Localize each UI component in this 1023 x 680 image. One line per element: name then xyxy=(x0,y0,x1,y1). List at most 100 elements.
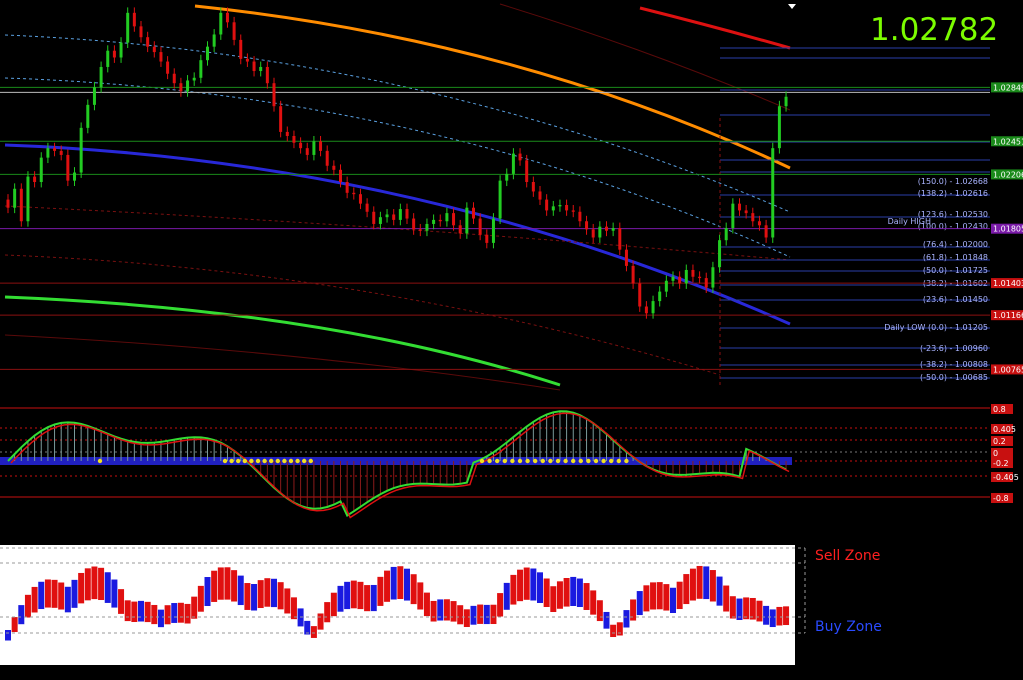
candle-body xyxy=(671,276,675,281)
volume-bar-base xyxy=(683,604,690,660)
osc-dot xyxy=(288,458,294,464)
candle-body xyxy=(731,203,735,229)
candle-body xyxy=(212,34,216,47)
volume-bar xyxy=(543,578,550,608)
volume-bar xyxy=(556,581,563,609)
osc-level-tag: -0.8 xyxy=(991,493,1013,503)
candle-body xyxy=(757,221,761,226)
volume-bar-base xyxy=(703,599,710,660)
osc-tag-text: -0.2 xyxy=(993,459,1009,468)
candle-body xyxy=(538,191,542,200)
candle-body xyxy=(232,22,236,40)
candle-body xyxy=(704,278,708,288)
osc-dot xyxy=(308,458,313,464)
candle-body xyxy=(551,206,555,211)
candle-body xyxy=(385,214,389,218)
volume-bar xyxy=(716,576,723,606)
candle-body xyxy=(53,148,57,151)
osc-dot xyxy=(571,458,576,464)
osc-tag-text: 0.405 xyxy=(993,425,1016,434)
osc-dot xyxy=(548,458,553,464)
price-chart[interactable]: (150.0) - 1.02668(138.2) - 1.02616(123.6… xyxy=(0,0,1023,680)
osc-dot xyxy=(563,458,568,464)
candle-body xyxy=(106,50,110,67)
candle-body xyxy=(525,160,529,182)
volume-bar xyxy=(729,596,736,619)
volume-bar-base xyxy=(623,627,630,660)
candle-body xyxy=(777,106,781,149)
candle-body xyxy=(86,104,90,128)
candle-body xyxy=(285,131,289,136)
volume-bar xyxy=(271,578,277,608)
volume-bar-base xyxy=(18,624,25,660)
volume-bar-base xyxy=(364,611,371,660)
volume-bar xyxy=(84,568,91,601)
volume-bar xyxy=(723,585,730,612)
candle-body xyxy=(66,154,70,181)
volume-bar xyxy=(104,572,111,603)
volume-bar xyxy=(257,580,264,609)
price-tag-text: 1.00765 xyxy=(993,365,1023,374)
volume-bar-base xyxy=(310,637,317,660)
fib-label: (-50.0) - 1.00685 xyxy=(920,373,988,382)
osc-level-tag: -0.405 xyxy=(991,472,1019,482)
candle-body xyxy=(491,218,495,243)
candle-body xyxy=(412,218,416,230)
volume-bar-base xyxy=(78,603,85,660)
volume-bar-base xyxy=(11,632,18,660)
volume-bar-base xyxy=(537,603,543,660)
osc-dot xyxy=(540,458,545,464)
volume-bar-base xyxy=(171,622,178,660)
volume-bar-base xyxy=(523,599,530,660)
volume-bar-base xyxy=(217,599,224,660)
candle-body xyxy=(558,205,562,207)
osc-dot xyxy=(249,458,254,464)
osc-dot xyxy=(533,458,538,464)
volume-bar-base xyxy=(91,599,98,660)
volume-bar-base xyxy=(610,637,617,660)
volume-bar-base xyxy=(696,598,703,660)
volume-bar xyxy=(157,609,164,628)
osc-level-tag: 0.405 xyxy=(991,424,1016,434)
candle-body xyxy=(99,66,103,88)
price-tag: 1.02849 xyxy=(991,82,1023,93)
volume-bar xyxy=(769,609,776,628)
volume-bar-base xyxy=(497,616,504,660)
volume-bar xyxy=(177,602,184,623)
candle-body xyxy=(325,150,329,166)
price-tag-text: 1.02849 xyxy=(993,83,1023,92)
candle-body xyxy=(73,172,76,181)
volume-bar-base xyxy=(550,612,557,660)
candle-body xyxy=(245,58,249,62)
volume-bar-base xyxy=(477,623,484,660)
volume-bar xyxy=(284,588,291,614)
volume-bar-base xyxy=(743,619,750,660)
volume-bar-base xyxy=(397,599,404,660)
osc-level-tag: 0.8 xyxy=(991,404,1013,414)
price-tag-text: 1.01166 xyxy=(993,311,1023,320)
volume-bar xyxy=(310,626,317,638)
candle-body xyxy=(92,87,96,105)
candle-body xyxy=(299,142,303,149)
price-tag: 1.01805 xyxy=(991,223,1023,234)
candle-body xyxy=(345,181,349,193)
volume-bar-base xyxy=(729,618,736,660)
volume-bar xyxy=(357,581,364,610)
volume-bar xyxy=(450,601,457,622)
price-tag-text: 1.02206 xyxy=(993,170,1023,179)
candle-body xyxy=(664,280,668,292)
fib-label: (150.0) - 1.02668 xyxy=(918,177,988,186)
volume-bar xyxy=(197,585,204,612)
volume-bar xyxy=(98,567,105,601)
candle-body xyxy=(531,181,535,192)
volume-bar xyxy=(497,593,504,617)
volume-bar xyxy=(756,600,763,622)
volume-bar-base xyxy=(51,607,58,660)
volume-bar-base xyxy=(111,607,118,660)
osc-dot xyxy=(242,458,247,464)
candle-body xyxy=(206,46,209,61)
volume-bar xyxy=(264,578,271,607)
volume-bar xyxy=(31,586,38,613)
candle-body xyxy=(6,199,10,208)
candle-body xyxy=(591,229,595,238)
